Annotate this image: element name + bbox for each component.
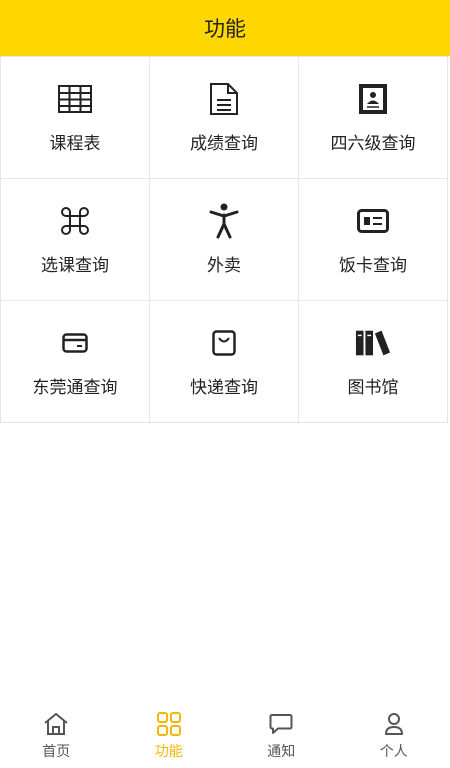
tab-home[interactable]: 首页	[0, 702, 113, 768]
person-icon	[206, 203, 242, 239]
feature-timetable[interactable]: 课程表	[1, 57, 150, 179]
command-icon	[57, 203, 93, 239]
books-icon	[355, 325, 391, 361]
feature-grid: 课程表 成绩查询 四六级查询 选课查询 外卖 饭卡查询 东莞通查询 快递查询 图…	[0, 56, 448, 423]
feature-label: 选课查询	[41, 256, 109, 276]
feature-grades[interactable]: 成绩查询	[150, 57, 299, 179]
document-icon	[206, 81, 242, 117]
tab-label: 个人	[379, 743, 408, 760]
message-icon	[267, 710, 295, 738]
tab-label: 通知	[267, 743, 296, 760]
feature-cet[interactable]: 四六级查询	[299, 57, 448, 179]
feature-label: 快递查询	[190, 378, 258, 398]
feature-dongguan-card[interactable]: 东莞通查询	[1, 301, 150, 423]
tab-label: 功能	[154, 743, 183, 760]
feature-library[interactable]: 图书馆	[299, 301, 448, 423]
feature-label: 四六级查询	[330, 134, 416, 154]
feature-label: 外卖	[207, 256, 241, 276]
card-icon	[355, 203, 391, 239]
table-icon	[57, 81, 93, 117]
page-header: 功能	[0, 0, 450, 56]
feature-express[interactable]: 快递查询	[150, 301, 299, 423]
package-icon	[206, 325, 242, 361]
tab-label: 首页	[42, 743, 71, 760]
feature-course-selection[interactable]: 选课查询	[1, 179, 150, 301]
tab-notifications[interactable]: 通知	[225, 702, 338, 768]
app-root: 功能 课程表 成绩查询 四六级查询 选课查询 外卖 饭卡查询 东莞通查询 快递查…	[0, 0, 450, 768]
feature-label: 图书馆	[347, 378, 399, 398]
bottom-tab-bar: 首页 功能 通知 个人	[0, 702, 450, 768]
tab-profile[interactable]: 个人	[338, 702, 450, 768]
grid-icon	[155, 710, 183, 738]
feature-label: 成绩查询	[190, 134, 258, 154]
feature-meal-card[interactable]: 饭卡查询	[299, 179, 448, 301]
feature-label: 东莞通查询	[32, 378, 118, 398]
feature-label: 饭卡查询	[339, 256, 407, 276]
home-icon	[42, 710, 70, 738]
page-title: 功能	[204, 17, 246, 41]
credit-card-icon	[57, 325, 93, 361]
id-card-icon	[355, 81, 391, 117]
tab-features[interactable]: 功能	[113, 702, 226, 768]
feature-label: 课程表	[49, 134, 101, 154]
feature-takeout[interactable]: 外卖	[150, 179, 299, 301]
user-icon	[380, 710, 408, 738]
